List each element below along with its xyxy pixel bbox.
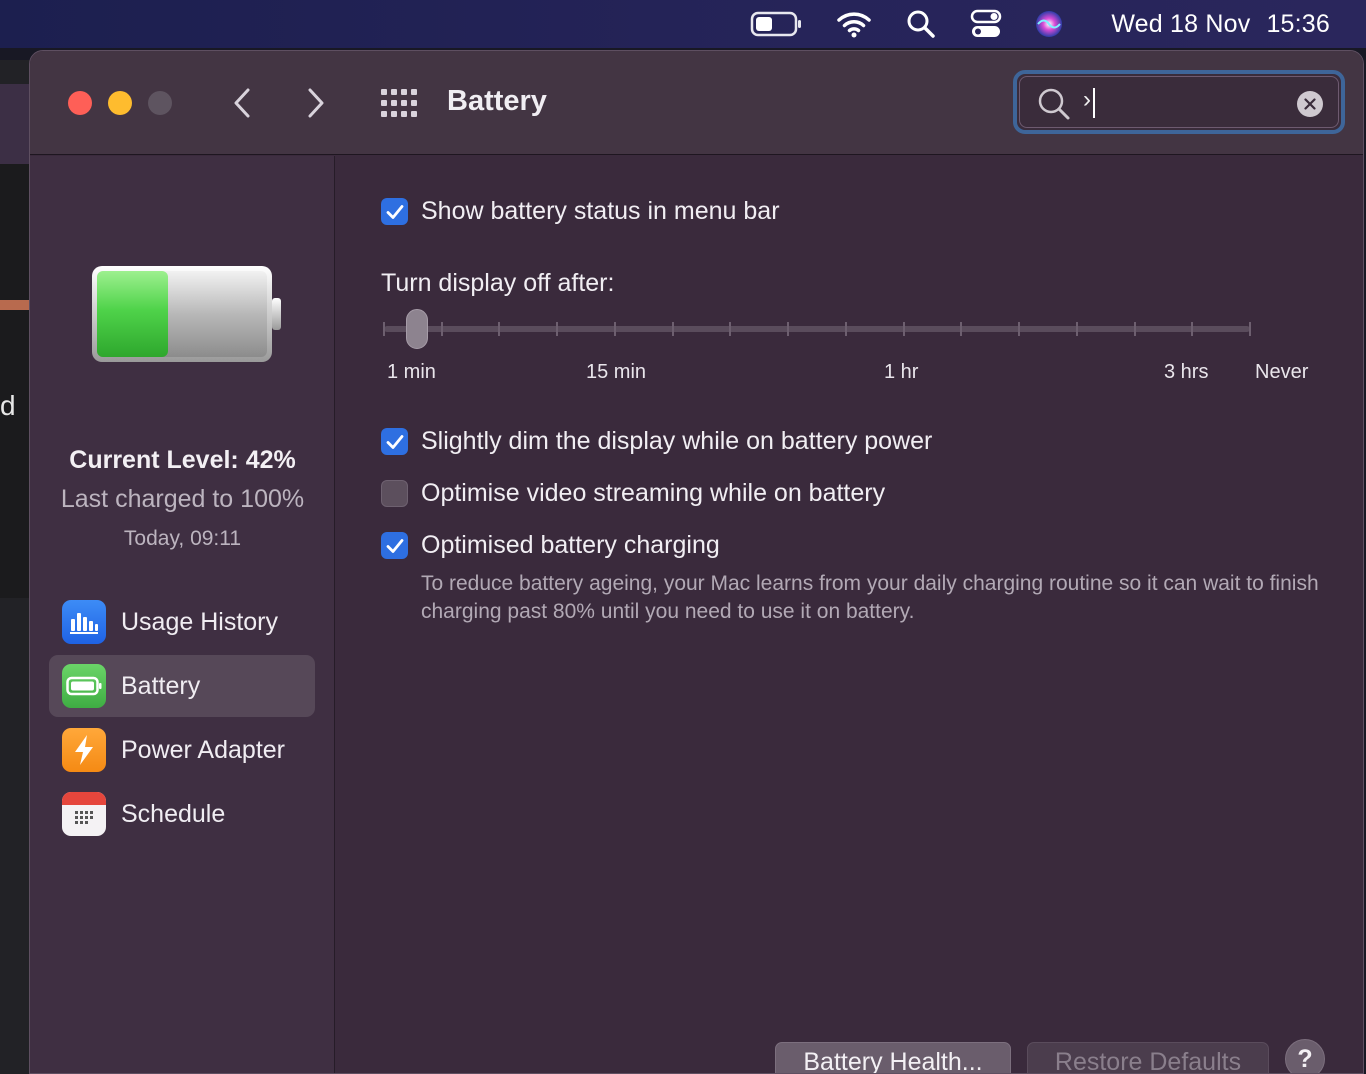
show-all-grid-icon[interactable] — [380, 88, 418, 118]
title-bar: Battery › — [30, 51, 1363, 155]
chevron-left-icon — [234, 88, 250, 118]
background-app-header — [0, 84, 30, 164]
menu-bar-date: Wed 18 Nov — [1111, 9, 1251, 38]
restore-defaults-button: Restore Defaults — [1027, 1042, 1269, 1073]
slider-tick — [440, 322, 443, 336]
background-app-accent — [0, 300, 30, 310]
minimize-window-button[interactable] — [108, 91, 132, 115]
sidebar-item-battery[interactable]: Battery — [49, 655, 315, 717]
slider-tick — [1191, 322, 1194, 336]
control-center-icon[interactable] — [968, 0, 1004, 48]
close-icon — [1304, 98, 1316, 110]
display-off-slider-track[interactable] — [384, 326, 1250, 332]
show-battery-status-label[interactable]: Show battery status in menu bar — [421, 197, 780, 226]
window-title: Battery — [447, 85, 547, 117]
slider-tick — [844, 322, 847, 336]
slider-tick — [613, 322, 616, 336]
menu-bar: Wed 18 Nov 15:36 — [0, 0, 1366, 48]
checkmark-icon — [386, 538, 403, 553]
sidebar-item-label: Usage History — [121, 607, 278, 636]
search-input[interactable]: › — [1083, 86, 1091, 114]
optimised-charging-label[interactable]: Optimised battery charging — [421, 531, 720, 560]
usage-history-icon — [62, 600, 106, 644]
optimise-video-label[interactable]: Optimise video streaming while on batter… — [421, 479, 885, 508]
chevron-right-icon — [308, 88, 324, 118]
slider-label-1-min: 1 min — [387, 361, 436, 383]
slider-tick — [787, 322, 790, 336]
slider-tick — [1018, 322, 1021, 336]
background-app-text: d — [0, 390, 16, 421]
battery-settings-pane: Show battery status in menu bar Turn dis… — [336, 156, 1363, 1073]
optimise-video-checkbox[interactable] — [381, 480, 408, 507]
slider-label-15-min: 15 min — [586, 361, 647, 383]
slider-label-never: Never — [1255, 361, 1309, 383]
back-button[interactable] — [222, 83, 262, 123]
sidebar-item-usage-history[interactable]: Usage History — [49, 591, 315, 653]
slider-tick — [1075, 322, 1078, 336]
slider-tick — [1133, 322, 1136, 336]
clear-search-button[interactable] — [1297, 91, 1323, 117]
last-charged-text: Last charged to 100% — [60, 485, 305, 513]
battery-icon — [62, 664, 106, 708]
dim-display-label[interactable]: Slightly dim the display while on batter… — [421, 427, 932, 456]
slider-tick — [556, 322, 559, 336]
battery-health-button[interactable]: Battery Health... — [775, 1042, 1011, 1073]
power-adapter-icon — [62, 728, 106, 772]
background-app-panel — [0, 164, 30, 598]
search-icon — [1038, 88, 1070, 120]
forward-button[interactable] — [296, 83, 336, 123]
sidebar-item-label: Power Adapter — [121, 735, 285, 764]
slider-tick — [960, 322, 963, 336]
schedule-icon — [62, 792, 106, 836]
sidebar: Current Level: 42% Last charged to 100% … — [30, 156, 335, 1073]
show-battery-status-checkbox[interactable] — [381, 198, 408, 225]
checkmark-icon — [386, 434, 403, 449]
display-off-slider-thumb[interactable] — [406, 309, 428, 349]
optimised-charging-description: To reduce battery ageing, your Mac learn… — [421, 572, 1319, 623]
checkmark-icon — [386, 204, 403, 219]
current-level-text: Current Level: 42% — [69, 446, 296, 474]
spotlight-icon[interactable] — [903, 0, 939, 48]
zoom-window-button — [148, 91, 172, 115]
dim-display-checkbox[interactable] — [381, 428, 408, 455]
slider-tick — [383, 322, 385, 336]
menu-bar-time: 15:36 — [1266, 9, 1330, 38]
sidebar-item-label: Battery — [121, 671, 201, 700]
battery-icon[interactable] — [748, 0, 804, 48]
background-app-window[interactable]: d — [0, 60, 30, 1074]
wifi-icon[interactable] — [834, 0, 874, 48]
optimised-charging-checkbox[interactable] — [381, 532, 408, 559]
search-field[interactable]: › — [1013, 70, 1345, 134]
slider-tick — [1249, 322, 1251, 336]
slider-tick — [671, 322, 674, 336]
slider-label-1-hr: 1 hr — [884, 361, 919, 383]
slider-tick — [902, 322, 905, 336]
sidebar-item-label: Schedule — [121, 799, 226, 828]
battery-level-illustration — [92, 266, 281, 362]
sidebar-item-power-adapter[interactable]: Power Adapter — [49, 719, 315, 781]
help-button[interactable]: ? — [1285, 1039, 1325, 1073]
slider-label-3-hrs: 3 hrs — [1164, 361, 1209, 383]
siri-icon[interactable] — [1031, 0, 1067, 48]
slider-tick — [498, 322, 501, 336]
display-off-label: Turn display off after: — [381, 269, 615, 297]
text-caret — [1093, 88, 1095, 118]
battery-preferences-window: Battery › Current Level: 42% Last charge… — [29, 50, 1364, 1074]
last-charged-time: Today, 09:11 — [123, 527, 242, 550]
sidebar-item-schedule[interactable]: Schedule — [49, 783, 315, 845]
close-window-button[interactable] — [68, 91, 92, 115]
slider-tick — [729, 322, 732, 336]
menu-bar-clock[interactable]: Wed 18 Nov 15:36 — [1111, 0, 1330, 48]
